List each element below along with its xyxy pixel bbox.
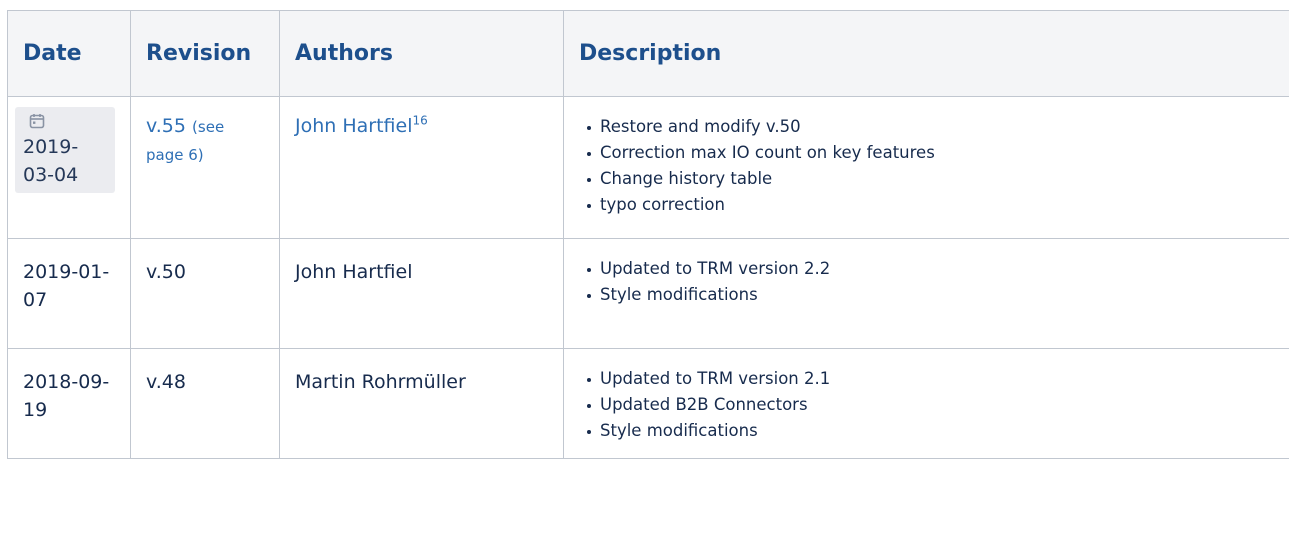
author-link[interactable]: John Hartfiel16 [295,115,428,137]
date-cell: 2019-01-07 [7,238,131,349]
list-item: Updated B2B Connectors [587,392,1282,418]
header-date: Date [7,10,131,97]
header-description: Description [563,10,1289,97]
list-item: Updated to TRM version 2.2 [587,256,1282,282]
description-cell: Restore and modify v.50 Correction max I… [563,96,1289,239]
description-cell: Updated to TRM version 2.1 Updated B2B C… [563,348,1289,459]
date-lozenge[interactable]: 2019-03-04 [15,107,115,193]
table-row: 2019-01-07 v.50 John Hartfiel Updated to… [7,238,1289,349]
table-row: 2018-09-19 v.48 Martin Rohrmüller Update… [7,348,1289,459]
list-item: Style modifications [587,418,1282,444]
description-list: Updated to TRM version 2.2 Style modific… [579,256,1282,308]
author-footnote: 16 [412,113,428,128]
list-item: Restore and modify v.50 [587,114,1282,140]
author-name: John Hartfiel [295,115,413,137]
author-cell: John Hartfiel16 [279,96,564,239]
list-item: Correction max IO count on key features [587,140,1282,166]
header-revision: Revision [130,10,280,97]
description-list: Updated to TRM version 2.1 Updated B2B C… [579,366,1282,444]
revision-link[interactable]: v.55 (see page 6) [146,115,224,165]
list-item: Updated to TRM version 2.1 [587,366,1282,392]
list-item: Change history table [587,166,1282,192]
revision-text: v.55 [146,115,186,137]
description-list: Restore and modify v.50 Correction max I… [579,114,1282,218]
revision-cell: v.50 [130,238,280,349]
author-cell: Martin Rohrmüller [279,348,564,459]
list-item: typo correction [587,192,1282,218]
description-cell: Updated to TRM version 2.2 Style modific… [563,238,1289,349]
change-history-table-wrap: Date Revision Authors Description 2019-0… [0,0,1289,560]
date-text: 2019-03-04 [23,136,79,186]
calendar-icon [29,114,45,129]
list-item: Style modifications [587,282,1282,308]
date-cell: 2018-09-19 [7,348,131,459]
header-row: Date Revision Authors Description [7,10,1289,97]
table-row: 2019-03-04 v.55 (see page 6) John Hartfi… [7,96,1289,239]
header-authors: Authors [279,10,564,97]
revision-cell: v.48 [130,348,280,459]
author-cell: John Hartfiel [279,238,564,349]
change-history-table: Date Revision Authors Description 2019-0… [7,10,1289,459]
revision-cell: v.55 (see page 6) [130,96,280,239]
date-cell: 2019-03-04 [7,96,131,239]
